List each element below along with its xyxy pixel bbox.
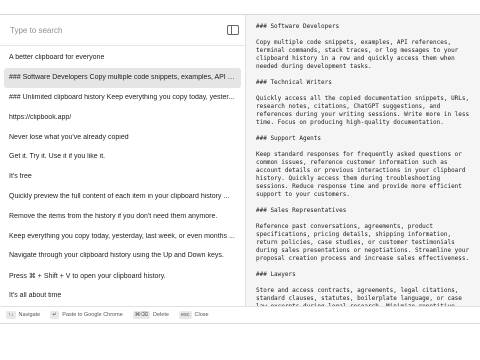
history-item[interactable]: https://clipbook.app/ bbox=[4, 107, 241, 127]
navigate-hint: ↑↓ Navigate bbox=[6, 311, 40, 319]
clipbook-window: A better clipboard for everyone ### Softw… bbox=[0, 14, 480, 324]
preview-body: Copy multiple code snippets, examples, A… bbox=[256, 39, 459, 70]
history-item[interactable]: Remove the items from the history if you… bbox=[4, 206, 241, 226]
main-area: A better clipboard for everyone ### Softw… bbox=[0, 15, 480, 306]
history-item-text: Quickly preview the full content of each… bbox=[9, 192, 230, 200]
history-item[interactable]: It's free bbox=[4, 167, 241, 187]
preview-heading: ### Lawyers bbox=[256, 271, 296, 278]
paste-key: ↵ bbox=[50, 311, 60, 319]
history-item-text: It's all about time bbox=[9, 291, 62, 299]
history-item[interactable]: Quickly preview the full content of each… bbox=[4, 187, 241, 207]
sidebar-toggle-icon[interactable] bbox=[227, 25, 239, 35]
preview-section: ### Sales Representatives Reference past … bbox=[256, 207, 470, 263]
history-item[interactable]: Press ⌘ + Shift + V to open your clipboa… bbox=[4, 266, 241, 286]
delete-label: Delete bbox=[153, 312, 169, 318]
preview-body: Reference past conversations, agreements… bbox=[256, 223, 470, 262]
preview-section: ### Software Developers Copy multiple cod… bbox=[256, 23, 470, 71]
close-hint: esc Close bbox=[178, 311, 209, 319]
history-item-text: Remove the items from the history if you… bbox=[9, 212, 218, 220]
preview-heading: ### Software Developers bbox=[256, 23, 340, 30]
history-item-text: Navigate through your clipboard history … bbox=[9, 252, 224, 260]
preview-heading: ### Sales Representatives bbox=[256, 207, 347, 214]
history-item[interactable]: A better clipboard for everyone bbox=[4, 48, 241, 68]
navigate-label: Navigate bbox=[18, 312, 41, 318]
history-item-text: Keep everything you copy today, yesterda… bbox=[9, 232, 235, 240]
paste-hint: ↵ Paste to Google Chrome bbox=[50, 311, 123, 319]
history-item[interactable]: Keep everything you copy today, yesterda… bbox=[4, 226, 241, 246]
preview-pane[interactable]: ### Software Developers Copy multiple cod… bbox=[246, 15, 480, 306]
history-item-text: ### Software Developers Copy multiple co… bbox=[9, 74, 236, 82]
history-item-text: Press ⌘ + Shift + V to open your clipboa… bbox=[9, 272, 166, 280]
history-item[interactable]: Navigate through your clipboard history … bbox=[4, 246, 241, 266]
paste-label: Paste to Google Chrome bbox=[62, 312, 123, 318]
delete-hint: ⌘⌫ Delete bbox=[132, 311, 169, 319]
history-list: A better clipboard for everyone ### Softw… bbox=[0, 46, 245, 306]
history-item[interactable]: ### Unlimited clipboard history Keep eve… bbox=[4, 88, 241, 108]
history-item[interactable]: It's all about time bbox=[4, 286, 241, 306]
history-item[interactable]: ### Software Developers Copy multiple co… bbox=[4, 67, 241, 88]
search-bar bbox=[0, 15, 245, 46]
preview-body: Store and access contracts, agreements, … bbox=[256, 287, 462, 306]
preview-heading: ### Support Agents bbox=[256, 135, 322, 142]
history-item[interactable]: Never lose what you've already copied bbox=[4, 127, 241, 147]
preview-body: Keep standard responses for frequently a… bbox=[256, 151, 466, 198]
preview-section: ### Technical Writers Quickly access all … bbox=[256, 79, 470, 127]
shortcut-footer: ↑↓ Navigate ↵ Paste to Google Chrome ⌘⌫ … bbox=[0, 306, 480, 323]
history-pane: A better clipboard for everyone ### Softw… bbox=[0, 15, 246, 306]
preview-heading: ### Technical Writers bbox=[256, 79, 332, 86]
preview-section: ### Lawyers Store and access contracts, a… bbox=[256, 271, 470, 306]
close-label: Close bbox=[194, 312, 209, 318]
search-input[interactable] bbox=[10, 25, 223, 35]
delete-key: ⌘⌫ bbox=[132, 311, 151, 319]
preview-section: ### Support Agents Keep standard response… bbox=[256, 135, 470, 199]
history-item-text: Never lose what you've already copied bbox=[9, 133, 129, 141]
history-item-text: Get it. Try it. Use it if you like it. bbox=[9, 153, 106, 161]
history-item-text: A better clipboard for everyone bbox=[9, 54, 105, 62]
close-key: esc bbox=[178, 311, 192, 319]
history-item-text: https://clipbook.app/ bbox=[9, 113, 72, 121]
preview-body: Quickly access all the copied documentat… bbox=[256, 95, 470, 126]
history-item-text: ### Unlimited clipboard history Keep eve… bbox=[9, 93, 235, 101]
history-item[interactable]: Get it. Try it. Use it if you like it. bbox=[4, 147, 241, 167]
history-item-text: It's free bbox=[9, 173, 32, 181]
navigate-key: ↑↓ bbox=[6, 311, 16, 319]
